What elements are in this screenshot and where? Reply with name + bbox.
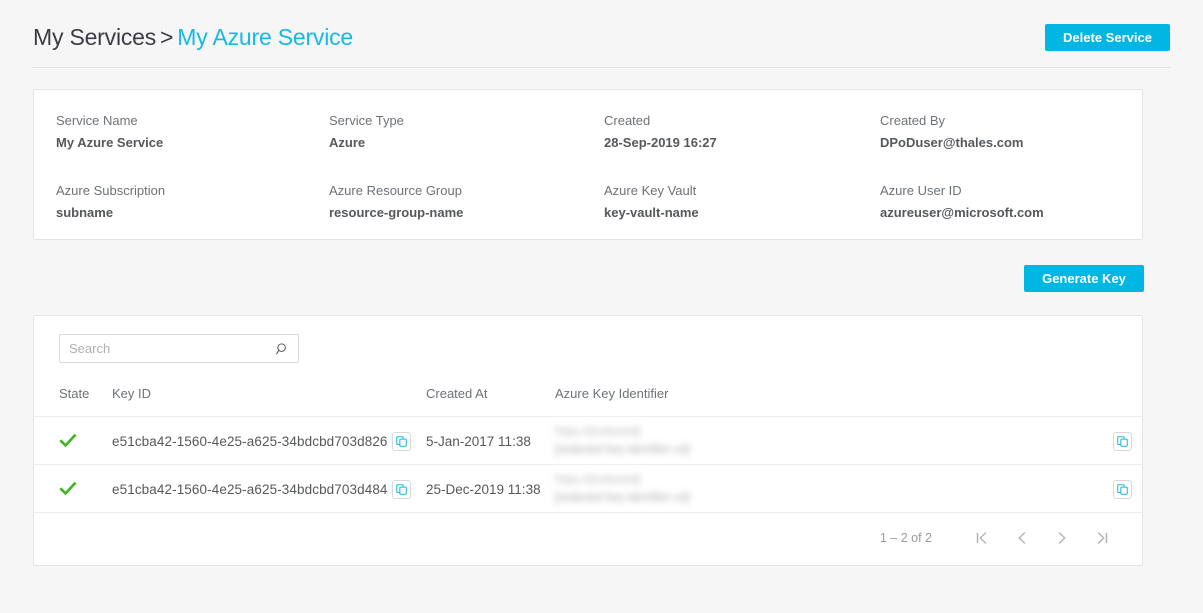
cell-azure-key-identifier: https://[redacted] [redacted key identif… bbox=[555, 417, 1132, 465]
field-value: resource-group-name bbox=[329, 205, 464, 220]
field-label: Created bbox=[604, 113, 651, 128]
breadcrumb-item-current: My Azure Service bbox=[177, 24, 354, 50]
cell-created-at: 25-Dec-2019 11:38 bbox=[426, 465, 541, 513]
service-detail-page: My Services > My Azure Service Delete Serv… bbox=[0, 0, 1203, 613]
field-label: Created By bbox=[880, 113, 946, 128]
created-at-value: 5-Jan-2017 11:38 bbox=[426, 433, 531, 449]
field-service-type: Service Type Azure bbox=[329, 112, 404, 152]
search-input[interactable] bbox=[59, 334, 299, 363]
next-page-icon[interactable] bbox=[1042, 518, 1082, 558]
keys-table-card: State Key ID Created At Azure Key Identi… bbox=[33, 315, 1143, 566]
field-value: azureuser@microsoft.com bbox=[880, 205, 1044, 220]
field-value: 28-Sep-2019 16:27 bbox=[604, 135, 717, 150]
breadcrumb-item-my-services[interactable]: My Services bbox=[33, 24, 156, 50]
table-row: e51cba42-1560-4e25-a625-34bdcbd703d826 5… bbox=[34, 417, 1142, 465]
field-azure-key-vault: Azure Key Vault key-vault-name bbox=[604, 182, 699, 222]
field-label: Service Type bbox=[329, 113, 404, 128]
field-value: Azure bbox=[329, 135, 366, 150]
azure-key-identifier-line-1: https://[redacted] bbox=[555, 426, 641, 438]
service-info-row: Service Name My Azure Service Service Ty… bbox=[56, 112, 1142, 164]
cell-state bbox=[59, 417, 77, 465]
search-icon[interactable] bbox=[275, 341, 291, 357]
pagination-range-label: 1 – 2 of 2 bbox=[879, 530, 932, 545]
field-label: Azure Subscription bbox=[56, 183, 166, 198]
column-header-state: State bbox=[59, 386, 90, 401]
copy-key-id-icon[interactable] bbox=[391, 479, 411, 499]
first-page-icon[interactable] bbox=[962, 518, 1002, 558]
field-service-name: Service Name My Azure Service bbox=[56, 112, 163, 152]
breadcrumb: My Services > My Azure Service bbox=[33, 24, 353, 51]
service-info-card: Service Name My Azure Service Service Ty… bbox=[33, 89, 1143, 240]
key-id-value: e51cba42-1560-4e25-a625-34bdcbd703d826 bbox=[112, 433, 388, 449]
generate-key-button[interactable]: Generate Key bbox=[1024, 265, 1144, 292]
field-azure-subscription: Azure Subscription subname bbox=[56, 182, 165, 222]
azure-key-identifier-redacted-value: https://[redacted] [redacted key identif… bbox=[555, 472, 1109, 506]
field-label: Service Name bbox=[56, 113, 138, 128]
cell-key-id: e51cba42-1560-4e25-a625-34bdcbd703d484 bbox=[112, 465, 411, 513]
azure-key-identifier-line-2: [redacted key identifier url] bbox=[555, 492, 690, 504]
green-check-icon bbox=[59, 480, 77, 498]
breadcrumb-separator-icon: > bbox=[160, 24, 174, 50]
last-page-icon[interactable] bbox=[1082, 518, 1122, 558]
azure-key-identifier-wrap: https://[redacted] [redacted key identif… bbox=[555, 417, 1132, 465]
service-info-row: Azure Subscription subname Azure Resourc… bbox=[56, 182, 1142, 234]
keys-table: State Key ID Created At Azure Key Identi… bbox=[34, 374, 1142, 513]
header-divider bbox=[32, 67, 1171, 68]
cell-created-at: 5-Jan-2017 11:38 bbox=[426, 417, 531, 465]
field-azure-user-id: Azure User ID azureuser@microsoft.com bbox=[880, 182, 1044, 222]
service-info-grid: Service Name My Azure Service Service Ty… bbox=[34, 90, 1142, 239]
azure-key-identifier-line-2: [redacted key identifier url] bbox=[555, 444, 690, 456]
search-box bbox=[59, 334, 299, 363]
key-id-value: e51cba42-1560-4e25-a625-34bdcbd703d484 bbox=[112, 481, 388, 497]
copy-azure-key-identifier-icon[interactable] bbox=[1113, 431, 1132, 451]
field-label: Azure Key Vault bbox=[604, 183, 697, 198]
cell-state bbox=[59, 465, 77, 513]
page-header: My Services > My Azure Service Delete Serv… bbox=[0, 0, 1203, 72]
copy-azure-key-identifier-icon[interactable] bbox=[1113, 479, 1132, 499]
cell-key-id: e51cba42-1560-4e25-a625-34bdcbd703d826 bbox=[112, 417, 411, 465]
field-created-by: Created By DPoDuser@thales.com bbox=[880, 112, 1023, 152]
field-created: Created 28-Sep-2019 16:27 bbox=[604, 112, 717, 152]
field-label: Azure User ID bbox=[880, 183, 962, 198]
copy-key-id-icon[interactable] bbox=[391, 431, 411, 451]
field-value: subname bbox=[56, 205, 114, 220]
field-value: key-vault-name bbox=[604, 205, 699, 220]
azure-key-identifier-redacted-value: https://[redacted] [redacted key identif… bbox=[555, 424, 1109, 458]
azure-key-identifier-wrap: https://[redacted] [redacted key identif… bbox=[555, 465, 1132, 513]
previous-page-icon[interactable] bbox=[1002, 518, 1042, 558]
created-at-value: 25-Dec-2019 11:38 bbox=[426, 481, 541, 497]
column-header-azure-key-identifier: Azure Key Identifier bbox=[555, 386, 669, 401]
column-header-created-at: Created At bbox=[426, 386, 488, 401]
field-value: My Azure Service bbox=[56, 135, 164, 150]
green-check-icon bbox=[59, 432, 77, 450]
cell-azure-key-identifier: https://[redacted] [redacted key identif… bbox=[555, 465, 1132, 513]
table-header-row: State Key ID Created At Azure Key Identi… bbox=[34, 374, 1142, 417]
table-row: e51cba42-1560-4e25-a625-34bdcbd703d484 2… bbox=[34, 465, 1142, 513]
delete-service-button[interactable]: Delete Service bbox=[1045, 24, 1170, 51]
field-azure-resource-group: Azure Resource Group resource-group-name bbox=[329, 182, 463, 222]
field-value: DPoDuser@thales.com bbox=[880, 135, 1024, 150]
pagination: 1 – 2 of 2 bbox=[880, 510, 1122, 565]
field-label: Azure Resource Group bbox=[329, 183, 462, 198]
column-header-key-id: Key ID bbox=[112, 386, 152, 401]
azure-key-identifier-line-1: https://[redacted] bbox=[555, 474, 641, 486]
